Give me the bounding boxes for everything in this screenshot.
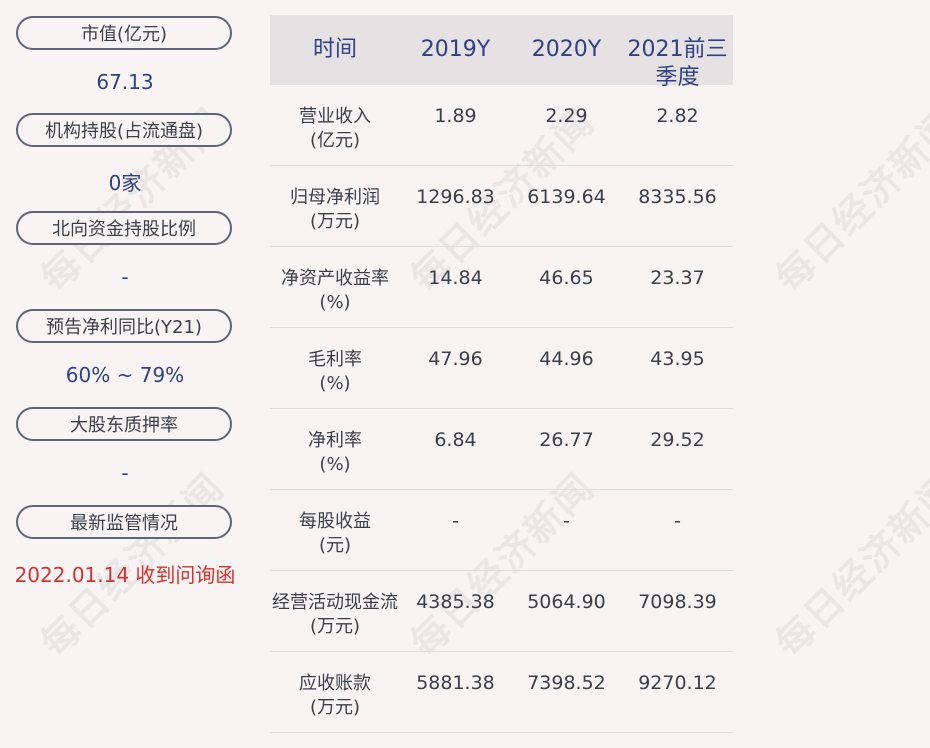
table-cell: 2.29	[545, 105, 588, 127]
institution-holding-label: 机构持股(占流通盘)	[16, 113, 232, 147]
table-cell: 5881.38	[416, 672, 495, 694]
institution-holding-value: 0家	[108, 171, 142, 195]
table-cell: 26.77	[539, 429, 594, 451]
row-label: 净资产收益率 (%)	[281, 268, 389, 313]
row-label: 营业收入 (亿元)	[299, 106, 371, 151]
table-cell: 23.37	[650, 267, 705, 289]
table-cell: 6.84	[434, 429, 477, 451]
table-cell: 7098.39	[638, 591, 717, 613]
table-cell: -	[674, 510, 681, 532]
table-cell: 8335.56	[638, 186, 717, 208]
pledge-rate-value: -	[121, 461, 129, 485]
header-2020: 2020Y	[531, 37, 602, 62]
table-header: 时间 2019Y 2020Y 2021前三季度	[270, 15, 733, 90]
market-cap-value: 67.13	[96, 70, 154, 94]
table-cell: 1296.83	[416, 186, 495, 208]
table-row: 净利率 (%) 6.84 26.77 29.52	[270, 409, 733, 490]
row-label: 应收账款 (万元)	[299, 673, 371, 718]
table-row: 净资产收益率 (%) 14.84 46.65 23.37	[270, 247, 733, 328]
table-cell: 7398.52	[527, 672, 606, 694]
header-2021q3: 2021前三季度	[627, 37, 728, 90]
header-period: 时间	[312, 37, 357, 62]
profit-forecast-label: 预告净利同比(Y21)	[16, 309, 232, 343]
table-row: 每股收益 (元) - - -	[270, 490, 733, 571]
table-cell: 6139.64	[527, 186, 606, 208]
regulatory-status-label: 最新监管情况	[16, 505, 232, 539]
table-cell: 47.96	[428, 348, 483, 370]
northbound-holding-value: -	[121, 265, 129, 289]
pledge-rate-label: 大股东质押率	[16, 407, 232, 441]
row-label: 净利率 (%)	[308, 430, 362, 475]
table-cell: -	[452, 510, 459, 532]
table-row: 经营活动现金流 (万元) 4385.38 5064.90 7098.39	[270, 571, 733, 652]
row-label: 归母净利润 (万元)	[290, 187, 380, 232]
table-cell: -	[563, 510, 570, 532]
table-cell: 2.82	[656, 105, 699, 127]
table-cell: 5064.90	[527, 591, 606, 613]
table-cell: 29.52	[650, 429, 705, 451]
table-row: 毛利率 (%) 47.96 44.96 43.95	[270, 328, 733, 409]
table-cell: 44.96	[539, 348, 594, 370]
table-cell: 9270.12	[638, 672, 717, 694]
northbound-holding-label: 北向资金持股比例	[16, 211, 232, 245]
table-cell: 43.95	[650, 348, 705, 370]
profit-forecast-value: 60% ~ 79%	[65, 363, 185, 387]
table-row: 应收账款 (万元) 5881.38 7398.52 9270.12	[270, 652, 733, 733]
table-cell: 46.65	[539, 267, 594, 289]
row-label: 毛利率 (%)	[308, 349, 362, 394]
table-cell: 14.84	[428, 267, 483, 289]
market-cap-label: 市值(亿元)	[16, 16, 232, 50]
watermark: 每日经济新闻	[767, 99, 930, 301]
table-row: 营业收入 (亿元) 1.89 2.29 2.82	[270, 85, 733, 166]
table-row: 归母净利润 (万元) 1296.83 6139.64 8335.56	[270, 166, 733, 247]
watermark: 每日经济新闻	[767, 464, 930, 666]
row-label: 每股收益 (元)	[299, 511, 371, 556]
header-2019: 2019Y	[420, 37, 491, 62]
financial-table: 时间 2019Y 2020Y 2021前三季度 营业收入 (亿元) 1.89 2.…	[270, 15, 733, 733]
table-cell: 4385.38	[416, 591, 495, 613]
row-label: 经营活动现金流 (万元)	[272, 592, 398, 637]
table-cell: 1.89	[434, 105, 477, 127]
regulatory-status-value: 2022.01.14 收到问询函	[14, 563, 236, 587]
